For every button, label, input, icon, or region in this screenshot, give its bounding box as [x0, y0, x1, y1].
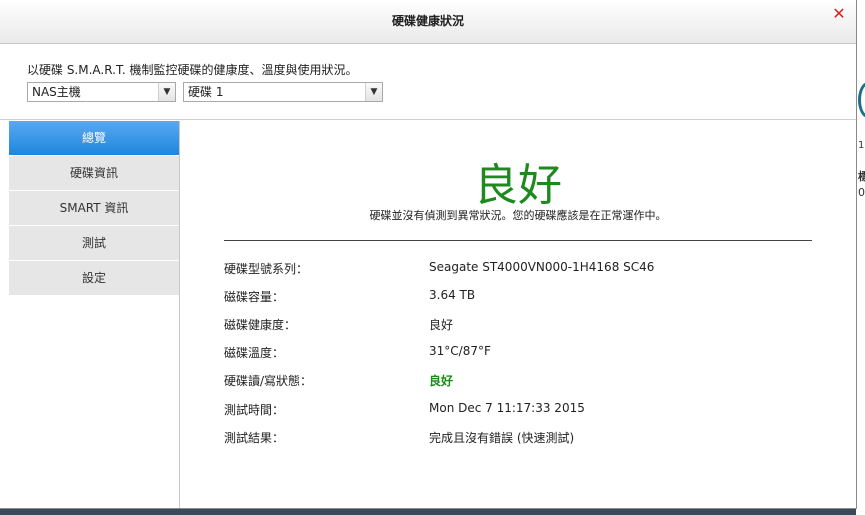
background-logo-icon [858, 82, 865, 118]
health-status: 良好 [474, 160, 562, 211]
info-value: Seagate ST4000VN000-1H4168 SC46 [429, 260, 655, 274]
background-window-edge: 1 標 0 [856, 0, 865, 515]
info-value: 3.64 TB [429, 288, 476, 302]
info-value: 良好 [429, 374, 454, 388]
dialog-title: 硬碟健康狀況 [391, 14, 464, 28]
sidebar-item-disk-info[interactable]: 硬碟資訊 [9, 156, 179, 191]
host-select-value: NAS主機 [32, 85, 81, 99]
disk-select[interactable]: 硬碟 1 ▼ [183, 82, 383, 102]
health-status-message: 硬碟並沒有偵測到異常狀況。您的硬碟應該是在正常運作中。 [369, 209, 667, 222]
dialog-titlebar: 硬碟健康狀況 ✕ [0, 0, 856, 44]
disk-select-value: 硬碟 1 [188, 85, 224, 99]
info-label: 硬碟讀/寫狀態： [224, 374, 313, 388]
sidebar-item-overview[interactable]: 總覽 [9, 121, 179, 156]
disk-health-dialog: 硬碟健康狀況 ✕ 以硬碟 S.M.A.R.T. 機制監控硬碟的健康度、溫度與使用… [0, 0, 857, 509]
info-label: 硬碟型號系列： [224, 262, 309, 276]
sidebar: 總覽 硬碟資訊 SMART 資訊 測試 設定 [9, 121, 180, 508]
background-text: 0 [858, 186, 865, 199]
info-label: 測試結果： [224, 431, 285, 445]
info-value: 完成且沒有錯誤 (快速測試) [429, 431, 575, 445]
info-label: 磁碟健康度： [224, 318, 297, 332]
close-icon[interactable]: ✕ [831, 6, 847, 22]
info-label: 磁碟溫度： [224, 346, 285, 360]
header-divider [0, 119, 856, 120]
sidebar-item-smart-info[interactable]: SMART 資訊 [9, 191, 179, 226]
overview-panel: 良好 硬碟並沒有偵測到異常狀況。您的硬碟應該是在正常運作中。 硬碟型號系列： S… [180, 121, 856, 508]
host-select[interactable]: NAS主機 ▼ [27, 82, 176, 102]
chevron-down-icon[interactable]: ▼ [158, 83, 175, 101]
info-label: 磁碟容量： [224, 290, 285, 304]
content-divider [224, 240, 812, 241]
info-value: 良好 [429, 318, 454, 332]
chevron-down-icon[interactable]: ▼ [365, 83, 382, 101]
info-value: Mon Dec 7 11:17:33 2015 [429, 401, 585, 415]
sidebar-item-settings[interactable]: 設定 [9, 261, 179, 296]
background-text: 1 [858, 140, 865, 151]
info-value: 31°C/87°F [429, 344, 491, 358]
dialog-description: 以硬碟 S.M.A.R.T. 機制監控硬碟的健康度、溫度與使用狀況。 [27, 63, 358, 77]
background-text: 標 [858, 170, 865, 183]
info-label: 測試時間： [224, 403, 285, 417]
sidebar-item-test[interactable]: 測試 [9, 226, 179, 261]
